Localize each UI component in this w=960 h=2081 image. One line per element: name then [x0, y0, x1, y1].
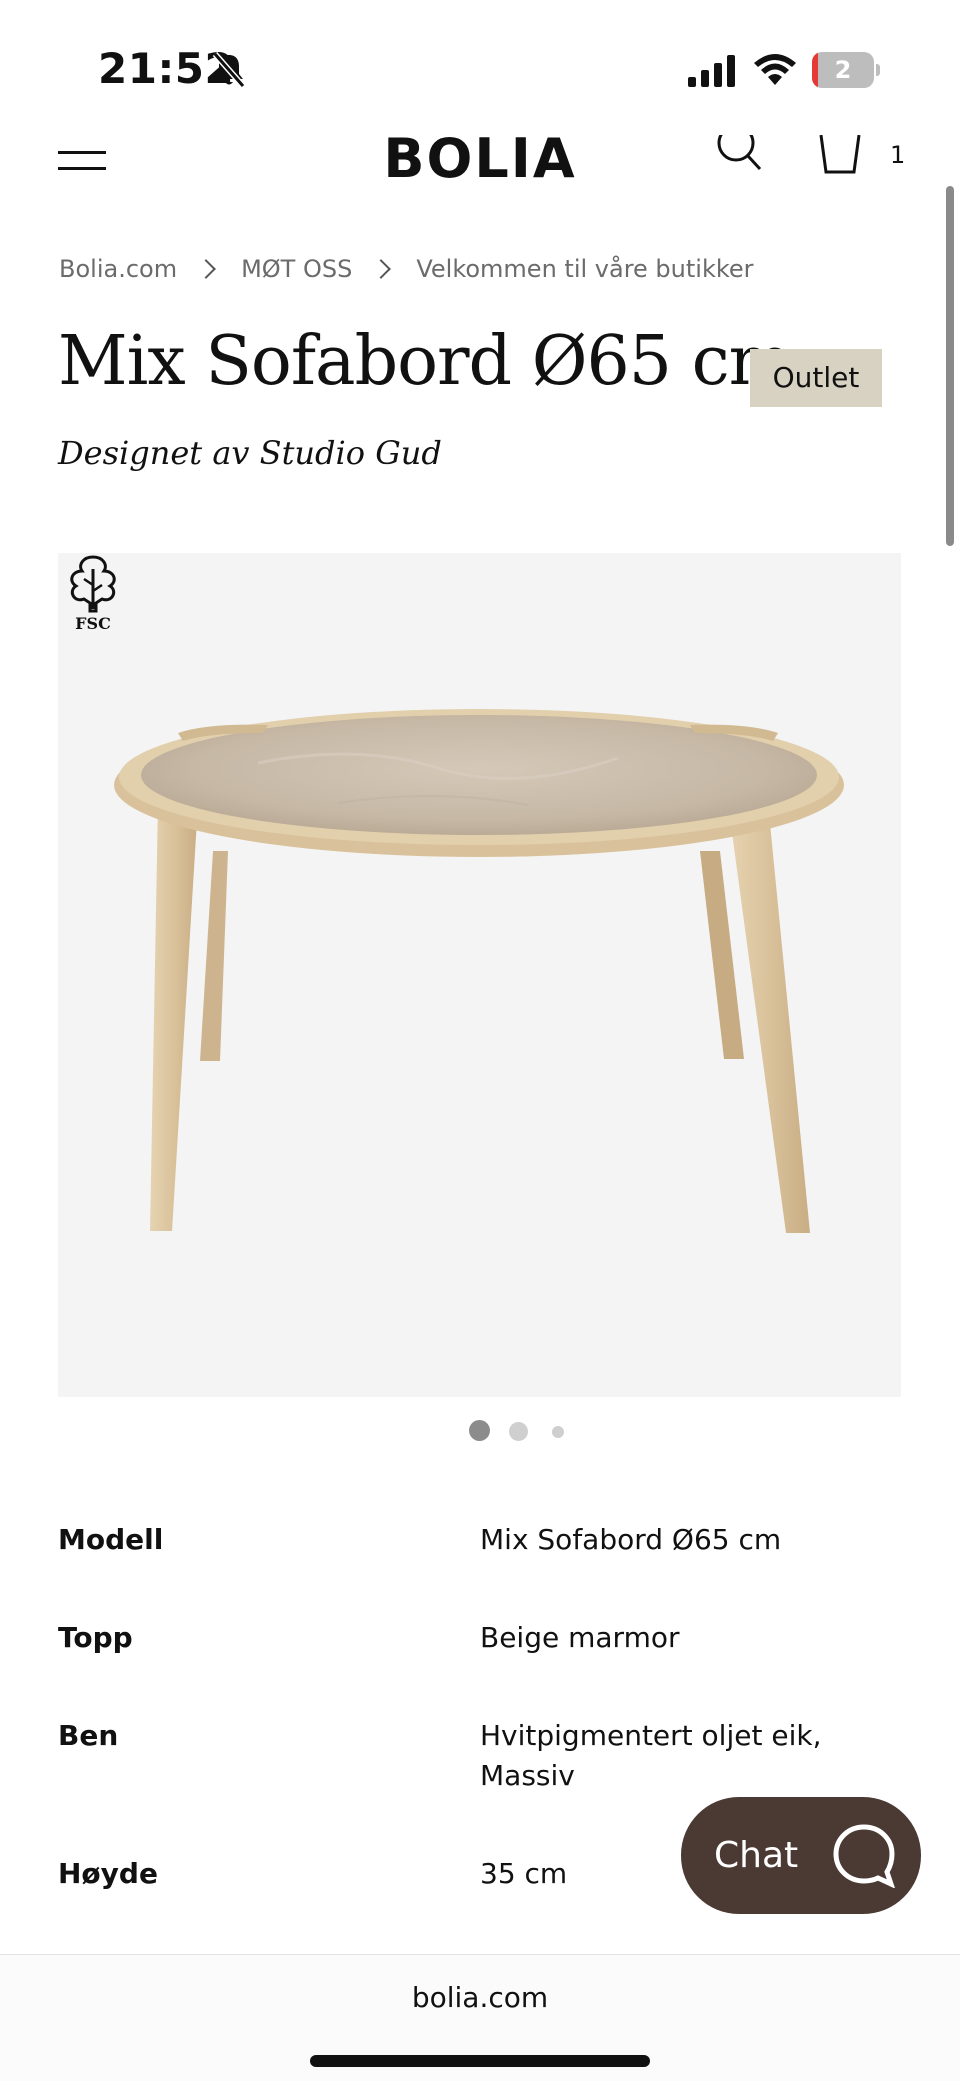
carousel-dot-active[interactable]: [469, 1420, 490, 1441]
wifi-icon: [754, 54, 796, 85]
browser-url-bar[interactable]: bolia.com: [0, 1954, 960, 2081]
chevron-right-icon: [371, 259, 392, 279]
battery-indicator: 2: [812, 52, 880, 88]
chat-button[interactable]: Chat: [681, 1797, 921, 1914]
bell-slash-icon: [212, 52, 246, 88]
carousel-dot[interactable]: [509, 1422, 528, 1441]
fsc-logo-icon: FSC: [70, 555, 116, 633]
outlet-badge: Outlet: [750, 349, 882, 407]
image-carousel-dots: [0, 1420, 960, 1444]
product-image[interactable]: FSC: [58, 553, 901, 1397]
carousel-dot[interactable]: [552, 1426, 564, 1438]
scrollbar[interactable]: [946, 186, 954, 546]
product-title: Mix Sofabord Ø65 cm: [58, 322, 793, 401]
spec-value: Hvitpigmentert oljet eik, Massiv: [480, 1719, 822, 1792]
breadcrumb-item-stores[interactable]: Velkommen til våre butikker: [416, 255, 753, 283]
cart-count[interactable]: 1: [890, 141, 905, 169]
breadcrumb-item-home[interactable]: Bolia.com: [59, 255, 177, 283]
home-indicator[interactable]: [310, 2055, 650, 2067]
site-logo[interactable]: BOLIA: [0, 135, 960, 180]
designer-credit: Designet av Studio Gud: [58, 434, 442, 472]
breadcrumb: Bolia.com MØT OSS Velkommen til våre but…: [59, 254, 754, 284]
coffee-table-illustration: [114, 709, 844, 1233]
spec-label: Modell: [58, 1523, 164, 1556]
url-text[interactable]: bolia.com: [0, 1981, 960, 2014]
cart-icon[interactable]: [818, 135, 862, 180]
fsc-label: FSC: [75, 614, 111, 633]
spec-value: Mix Sofabord Ø65 cm: [480, 1523, 782, 1556]
spec-label: Topp: [58, 1621, 133, 1654]
battery-level: 2: [834, 56, 852, 84]
spec-label: Ben: [58, 1719, 119, 1752]
chat-bubble-icon: [833, 1824, 895, 1888]
breadcrumb-item-about[interactable]: MØT OSS: [241, 255, 352, 283]
chevron-right-icon: [196, 259, 216, 279]
chat-label: Chat: [714, 1835, 799, 1876]
cellular-signal-icon: [688, 55, 735, 87]
site-header: BOLIA 1: [0, 135, 960, 180]
search-icon[interactable]: [716, 135, 764, 180]
status-bar: 21:52 2: [0, 0, 960, 135]
spec-value: Beige marmor: [480, 1621, 680, 1654]
spec-label: Høyde: [58, 1857, 158, 1890]
